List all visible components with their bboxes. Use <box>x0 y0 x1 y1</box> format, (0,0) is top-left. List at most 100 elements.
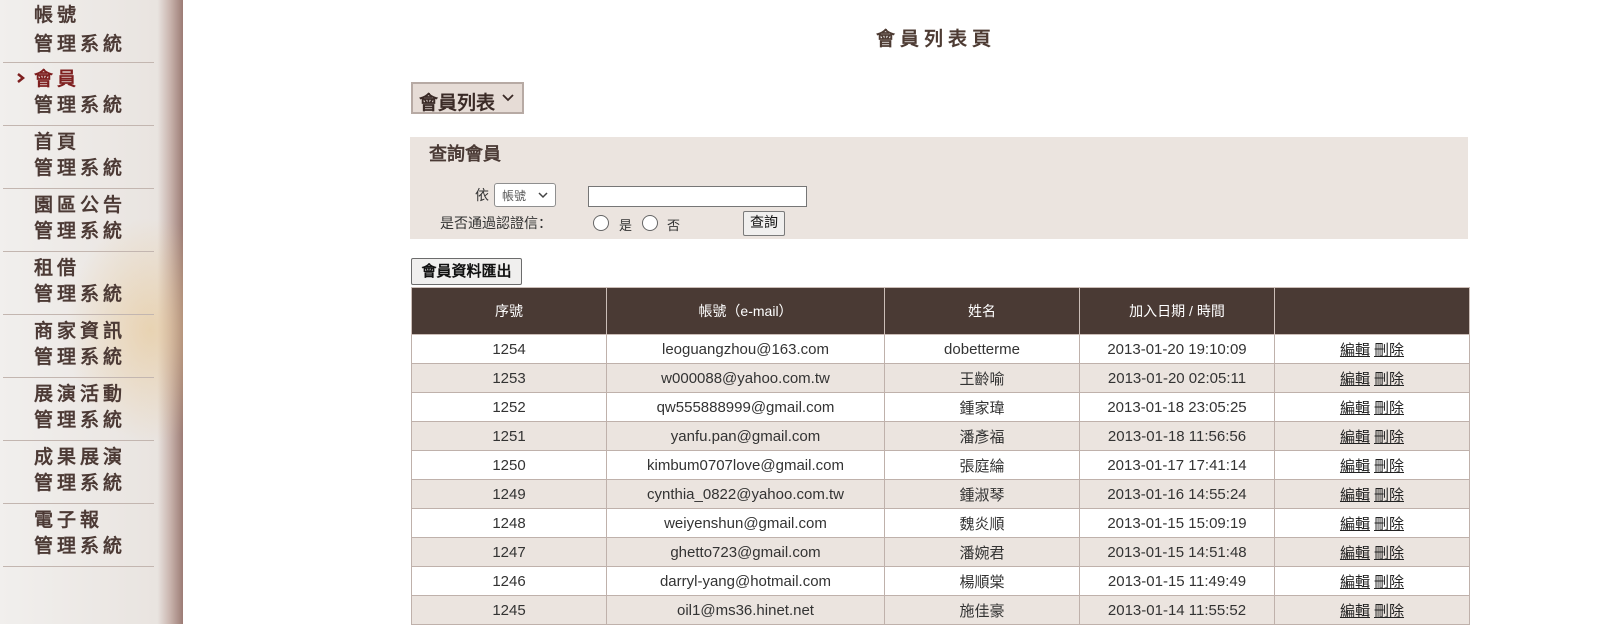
table-row: 1245 oil1@ms36.hinet.net 施佳豪 2013-01-14 11:… <box>411 595 1470 625</box>
table-row: 1252 qw555888999@gmail.com 鍾家瑋 2013-01-18 2… <box>411 392 1470 422</box>
sidebar-item-sublabel: 管理系統 <box>34 157 127 179</box>
cell-actions: 編輯 刪除 <box>1274 508 1470 538</box>
cell-email: darryl-yang@hotmail.com <box>606 566 885 596</box>
cell-joined: 2013-01-15 14:51:48 <box>1079 537 1275 567</box>
delete-link[interactable]: 刪除 <box>1374 516 1404 533</box>
cell-actions: 編輯 刪除 <box>1274 479 1470 509</box>
table-row: 1249 cynthia_0822@yahoo.com.tw 鍾淑琴 2013-01-… <box>411 479 1470 509</box>
cell-id: 1249 <box>411 479 607 509</box>
edit-link[interactable]: 編輯 <box>1340 342 1370 359</box>
cell-id: 1247 <box>411 537 607 567</box>
cell-name: 潘婉君 <box>884 537 1080 567</box>
cell-actions: 編輯 刪除 <box>1274 334 1470 364</box>
cell-id: 1252 <box>411 392 607 422</box>
verified-no-label: 否 <box>667 219 681 234</box>
cell-joined: 2013-01-18 11:56:56 <box>1079 421 1275 451</box>
cell-name: 王齡喻 <box>884 363 1080 393</box>
search-input[interactable] <box>588 186 807 207</box>
list-view-select[interactable]: 會員列表 <box>411 82 524 114</box>
member-table-body: 1254 leoguangzhou@163.com dobetterme 2013-0… <box>411 334 1470 625</box>
list-view-select-value: 會員列表 <box>419 92 496 114</box>
verified-yes-label: 是 <box>619 219 633 234</box>
query-panel: 查詢會員 依 帳號 是否通過認證信： 是 否 查詢 <box>410 137 1468 239</box>
cell-id: 1254 <box>411 334 607 364</box>
sidebar-item-announcements[interactable]: 園區公告 管理系統 <box>3 189 154 252</box>
query-button[interactable]: 查詢 <box>743 211 785 236</box>
search-field-select[interactable]: 帳號 <box>494 183 556 207</box>
sidebar-item-sublabel: 管理系統 <box>34 346 127 368</box>
sidebar-item-newsletter[interactable]: 電子報 管理系統 <box>3 504 154 567</box>
sidebar-item-showcase[interactable]: 成果展演 管理系統 <box>3 441 154 504</box>
sidebar-item-label: 電子報 <box>34 509 104 531</box>
delete-link[interactable]: 刪除 <box>1374 487 1404 504</box>
cell-joined: 2013-01-20 19:10:09 <box>1079 334 1275 364</box>
table-row: 1250 kimbum0707love@gmail.com 張庭綸 2013-01-1… <box>411 450 1470 480</box>
sidebar-item-sublabel: 管理系統 <box>34 33 127 55</box>
page-title: 會員列表頁 <box>876 28 997 50</box>
sidebar: 帳號 管理系統 會員 管理系統 首頁 管理系統 園區公告 管理系統 租借 管理系… <box>0 0 183 624</box>
cell-id: 1245 <box>411 595 607 625</box>
sidebar-item-label: 園區公告 <box>34 194 127 216</box>
edit-link[interactable]: 編輯 <box>1340 458 1370 475</box>
table-row: 1248 weiyenshun@gmail.com 魏炎順 2013-01-15 15… <box>411 508 1470 538</box>
cell-name: 張庭綸 <box>884 450 1080 480</box>
cell-id: 1250 <box>411 450 607 480</box>
cell-id: 1253 <box>411 363 607 393</box>
export-members-button[interactable]: 會員資料匯出 <box>411 258 522 285</box>
table-row: 1254 leoguangzhou@163.com dobetterme 2013-0… <box>411 334 1470 364</box>
sidebar-item-sublabel: 管理系統 <box>34 409 127 431</box>
table-row: 1251 yanfu.pan@gmail.com 潘彥福 2013-01-18 11:… <box>411 421 1470 451</box>
cell-name: 魏炎順 <box>884 508 1080 538</box>
edit-link[interactable]: 編輯 <box>1340 603 1370 620</box>
sidebar-item-sublabel: 管理系統 <box>34 535 127 557</box>
cell-name: 楊順棠 <box>884 566 1080 596</box>
sidebar-item-account[interactable]: 帳號 管理系統 <box>3 0 154 63</box>
delete-link[interactable]: 刪除 <box>1374 371 1404 388</box>
cell-email: ghetto723@gmail.com <box>606 537 885 567</box>
active-arrow-icon <box>17 73 26 83</box>
edit-link[interactable]: 編輯 <box>1340 400 1370 417</box>
edit-link[interactable]: 編輯 <box>1340 487 1370 504</box>
delete-link[interactable]: 刪除 <box>1374 342 1404 359</box>
delete-link[interactable]: 刪除 <box>1374 458 1404 475</box>
delete-link[interactable]: 刪除 <box>1374 400 1404 417</box>
sidebar-item-rental[interactable]: 租借 管理系統 <box>3 252 154 315</box>
sidebar-item-merchants[interactable]: 商家資訊 管理系統 <box>3 315 154 378</box>
sidebar-item-member[interactable]: 會員 管理系統 <box>3 63 154 126</box>
edit-link[interactable]: 編輯 <box>1340 545 1370 562</box>
cell-email: qw555888999@gmail.com <box>606 392 885 422</box>
column-header-name: 姓名 <box>884 287 1080 335</box>
cell-name: 鍾淑琴 <box>884 479 1080 509</box>
cell-name: 潘彥福 <box>884 421 1080 451</box>
table-row: 1253 w000088@yahoo.com.tw 王齡喻 2013-01-20 02… <box>411 363 1470 393</box>
edit-link[interactable]: 編輯 <box>1340 371 1370 388</box>
delete-link[interactable]: 刪除 <box>1374 603 1404 620</box>
delete-link[interactable]: 刪除 <box>1374 574 1404 591</box>
sidebar-item-home[interactable]: 首頁 管理系統 <box>3 126 154 189</box>
sidebar-item-label: 會員 <box>34 68 81 90</box>
verified-yes-radio[interactable] <box>593 215 609 231</box>
chevron-down-icon <box>502 94 514 102</box>
sidebar-item-sublabel: 管理系統 <box>34 283 127 305</box>
edit-link[interactable]: 編輯 <box>1340 574 1370 591</box>
search-field-select-value: 帳號 <box>502 189 527 203</box>
cell-joined: 2013-01-18 23:05:25 <box>1079 392 1275 422</box>
member-table: 序號 帳號（e-mail） 姓名 加入日期 / 時間 1254 leoguangz… <box>411 287 1470 625</box>
table-row: 1247 ghetto723@gmail.com 潘婉君 2013-01-15 14:… <box>411 537 1470 567</box>
cell-email: weiyenshun@gmail.com <box>606 508 885 538</box>
delete-link[interactable]: 刪除 <box>1374 429 1404 446</box>
edit-link[interactable]: 編輯 <box>1340 429 1370 446</box>
verified-no-radio[interactable] <box>642 215 658 231</box>
delete-link[interactable]: 刪除 <box>1374 545 1404 562</box>
column-header-joined: 加入日期 / 時間 <box>1079 287 1275 335</box>
query-panel-title: 查詢會員 <box>429 144 501 165</box>
sidebar-item-events[interactable]: 展演活動 管理系統 <box>3 378 154 441</box>
cell-actions: 編輯 刪除 <box>1274 392 1470 422</box>
sidebar-item-sublabel: 管理系統 <box>34 94 127 116</box>
sidebar-item-label: 成果展演 <box>34 446 127 468</box>
cell-email: w000088@yahoo.com.tw <box>606 363 885 393</box>
table-row: 1246 darryl-yang@hotmail.com 楊順棠 2013-01-15… <box>411 566 1470 596</box>
sidebar-item-sublabel: 管理系統 <box>34 472 127 494</box>
edit-link[interactable]: 編輯 <box>1340 516 1370 533</box>
column-header-email: 帳號（e-mail） <box>606 287 885 335</box>
